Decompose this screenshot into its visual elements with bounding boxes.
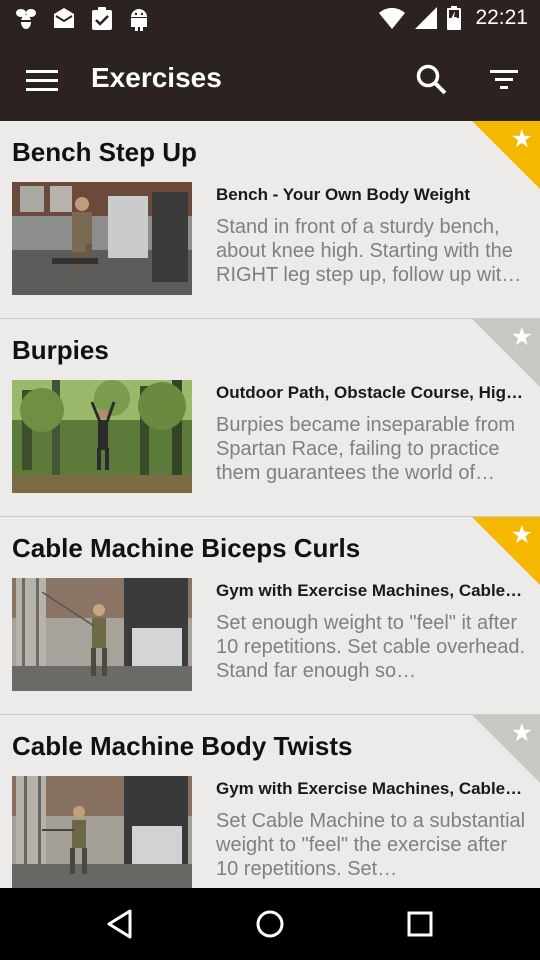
exercise-thumbnail [12, 776, 192, 888]
exercise-card-cable-machine-body-twists[interactable]: Cable Machine Body Twists Gym with Exerc… [0, 715, 540, 888]
exercise-name: Cable Machine Biceps Curls [12, 533, 361, 563]
exercise-thumbnail [12, 578, 192, 691]
exercise-thumbnail [12, 182, 192, 295]
signal-icon [415, 7, 438, 29]
favorite-toggle[interactable]: ★ [472, 319, 540, 387]
exercise-name: Bench Step Up [12, 137, 197, 167]
exercise-description: Stand in front of a sturdy bench, about … [216, 216, 522, 286]
exercise-description: Set enough weight to "feel" it after 10 … [216, 612, 526, 682]
exercise-name: Cable Machine Body Twists [12, 731, 353, 761]
filter-icon[interactable] [486, 64, 522, 96]
star-icon: ★ [510, 125, 533, 153]
star-icon: ★ [510, 719, 533, 747]
home-icon[interactable] [254, 908, 286, 940]
status-time: 22:21 [475, 6, 528, 29]
exercise-card-burpies[interactable]: Burpies Outdoor Path, Obstacle Course, H… [0, 319, 540, 517]
system-nav-bar [0, 888, 540, 960]
exercise-description: Burpies became inseparable from Spartan … [216, 414, 516, 484]
android-icon [131, 9, 147, 31]
app-bar: Exercises [0, 40, 540, 121]
bee-icon [16, 9, 36, 29]
recents-icon[interactable] [404, 908, 436, 940]
clipboard-check-icon [92, 7, 112, 30]
page-title: Exercises [91, 62, 222, 93]
exercise-thumbnail [12, 380, 192, 493]
exercise-card-cable-machine-biceps-curls[interactable]: Cable Machine Biceps Curls Gym with Exer… [0, 517, 540, 715]
search-icon[interactable] [414, 62, 450, 98]
star-icon: ★ [510, 521, 533, 549]
wifi-icon [379, 7, 406, 29]
favorite-toggle[interactable]: ★ [472, 121, 540, 189]
back-icon[interactable] [104, 908, 136, 940]
favorite-toggle[interactable]: ★ [472, 715, 540, 783]
exercise-name: Burpies [12, 335, 109, 365]
star-icon: ★ [510, 323, 533, 351]
status-bar: 22:21 [0, 0, 540, 40]
exercise-list[interactable]: Bench Step Up Bench - Your Own Body Weig… [0, 121, 540, 888]
exercise-card-bench-step-up[interactable]: Bench Step Up Bench - Your Own Body Weig… [0, 121, 540, 319]
favorite-toggle[interactable]: ★ [472, 517, 540, 585]
mail-icon [54, 8, 74, 28]
menu-icon[interactable] [26, 66, 58, 94]
battery-icon [447, 6, 462, 30]
exercise-description: Set Cable Machine to a substantial weigh… [216, 810, 526, 880]
